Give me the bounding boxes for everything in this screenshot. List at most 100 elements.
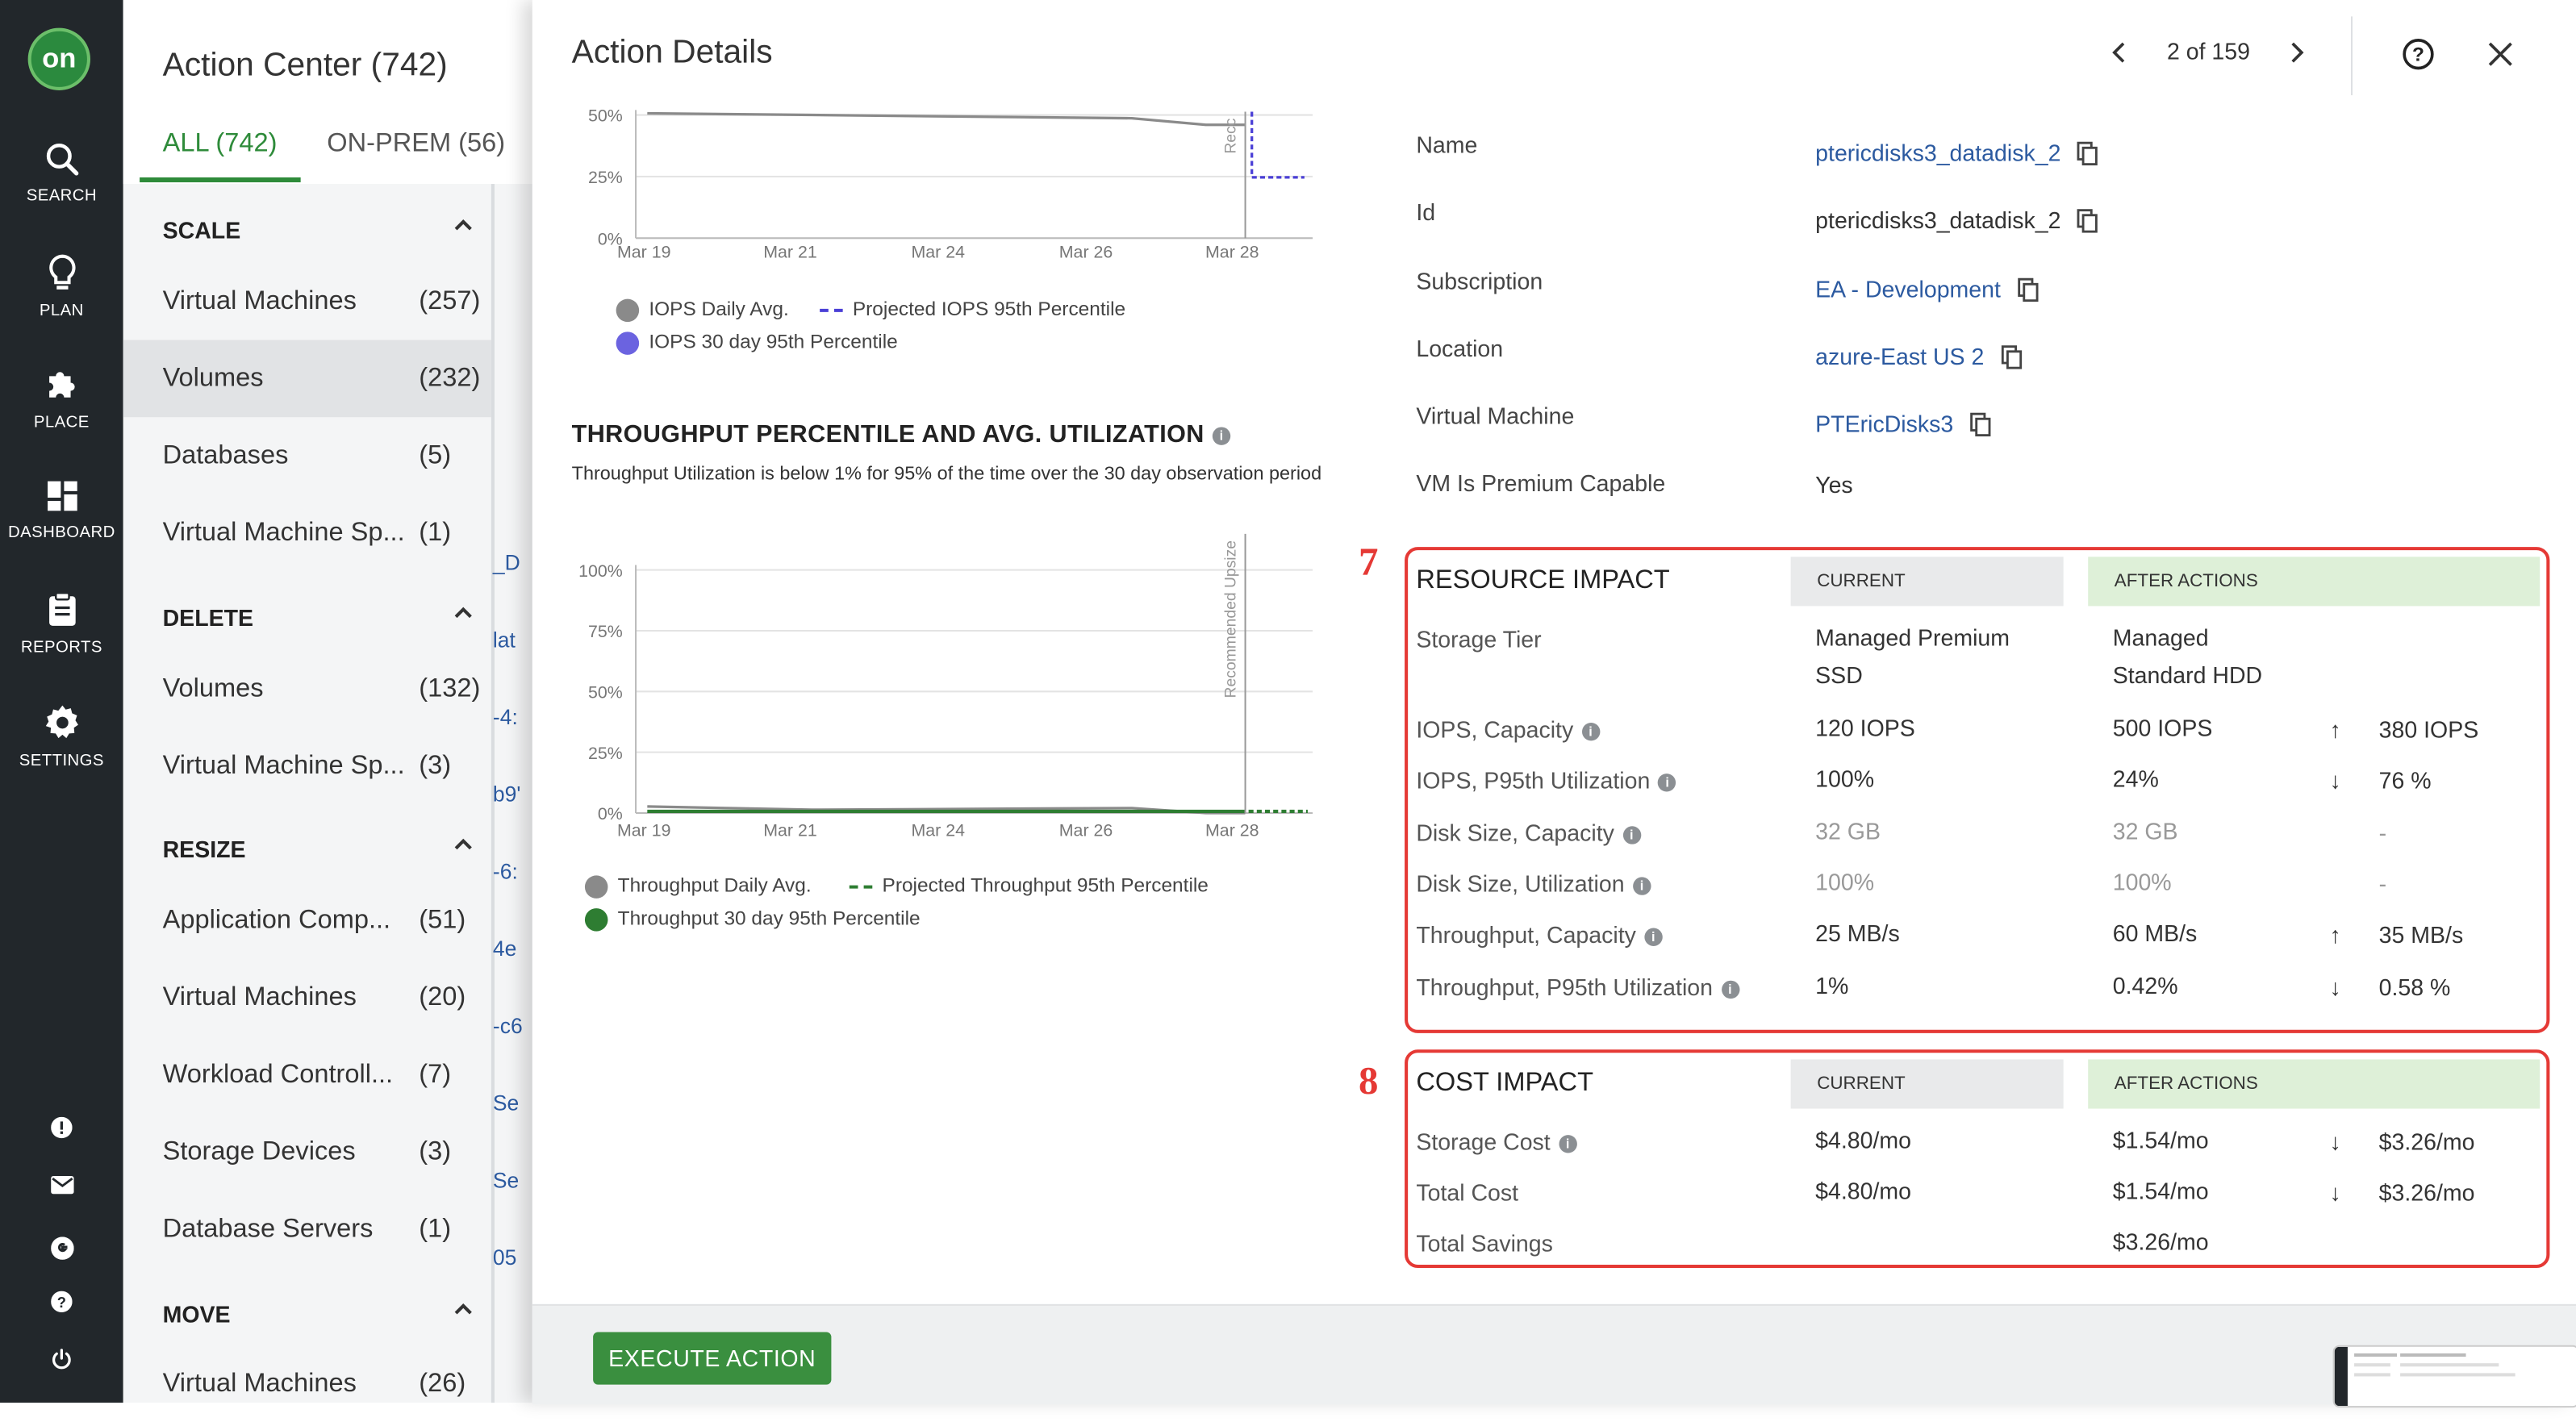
peek-text: -c6 [492,1013,523,1038]
section-header-delete[interactable]: DELETE [163,604,475,631]
row-diff: - [2378,870,2387,897]
item-name: Virtual Machines [162,1370,357,1398]
nav-plan[interactable]: PLAN [0,253,123,320]
nav-dashboard[interactable]: DASHBOARD [0,478,123,542]
arrow-down-icon: ↓ [2329,974,2341,1001]
copy-icon[interactable] [2077,140,2098,165]
nav-reports[interactable]: REPORTS [0,590,123,657]
prop-value-premium: Yes [1815,471,1853,498]
row-current: 1% [1815,972,1849,999]
prop-value-subscription[interactable]: EA - Development [1815,276,2039,302]
info-icon[interactable]: i [1212,426,1231,444]
list-item[interactable]: Volumes (232) [123,340,491,418]
item-name: Virtual Machines [162,983,357,1012]
lightbulb-icon [48,254,75,290]
x-tick-label: Mar 24 [911,243,965,262]
annotation-marker: 8 [1359,1061,1379,1104]
execute-action-button[interactable]: EXECUTE ACTION [593,1332,832,1385]
list-item[interactable]: Virtual Machine Sp... (3) [123,728,491,805]
row-current: Managed Premium SSD [1815,623,2010,689]
row-label: Disk Size, Capacity i [1416,819,1641,846]
copy-icon[interactable] [1970,411,1991,436]
tab-all[interactable]: ALL (742) [163,130,278,160]
nav-search[interactable]: SEARCH [0,141,123,206]
peek-text: b9' [492,782,521,807]
section-header-move[interactable]: MOVE [162,1300,475,1328]
row-diff: $3.26/mo [2378,1128,2475,1155]
pager-count: 2 of 159 [2166,37,2251,65]
list-item[interactable]: Virtual Machines (26) [123,1345,491,1422]
nav-place[interactable]: PLACE [0,365,123,432]
row-after: $1.54/mo [2112,1178,2209,1204]
list-item[interactable]: Application Comp... (51) [123,882,491,960]
item-name: Volumes [162,365,264,393]
info-icon[interactable]: i [1644,928,1663,946]
item-count: (5) [419,441,452,470]
list-item[interactable]: Virtual Machines (257) [123,263,491,340]
row-current: 25 MB/s [1815,920,1900,946]
close-icon[interactable] [2486,40,2515,69]
help-circle-icon[interactable]: ? [2402,38,2435,71]
item-name: Virtual Machine Sp... [162,519,405,548]
list-item[interactable]: Workload Controll... (7) [123,1036,491,1114]
x-tick-label: Mar 19 [617,243,671,262]
list-item[interactable]: Storage Devices (3) [123,1114,491,1191]
copy-icon[interactable] [2001,344,2022,369]
prop-value-name[interactable]: ptericdisks3_datadisk_2 [1815,140,2098,166]
item-count: (51) [419,907,466,935]
row-label: Storage Tier [1416,625,1542,653]
row-current: 32 GB [1815,818,1881,844]
info-icon[interactable]: i [1632,876,1651,895]
legend-item: IOPS 30 day 95th Percentile [616,330,898,355]
nav-alerts[interactable] [0,1116,123,1139]
x-tick-label: Mar 21 [763,243,817,262]
action-details-panel: Action Details 2 of 159 ? 50% 25% 0% Mar 19… [532,0,2576,1408]
chevron-left-icon[interactable] [2106,40,2133,66]
info-icon[interactable]: i [1721,980,1739,999]
prop-value-vm[interactable]: PTEricDisks3 [1815,411,1991,437]
row-after: $1.54/mo [2112,1126,2209,1153]
nav-google[interactable] [0,1236,123,1260]
info-icon[interactable]: i [1581,722,1600,740]
list-item[interactable]: Virtual Machine Sp... (1) [123,494,491,572]
prop-value-location[interactable]: azure-East US 2 [1815,344,2022,369]
copy-icon[interactable] [2017,277,2039,302]
prop-label: Id [1416,198,1436,225]
column-header-current: CURRENT [1790,557,2064,607]
app-logo[interactable]: on [27,27,90,90]
item-count: (20) [419,983,466,1012]
nav-label: REPORTS [20,639,102,657]
chevron-right-icon[interactable] [2284,40,2311,66]
screenshot-thumbnail [2332,1345,2576,1408]
copy-icon[interactable] [2077,208,2098,233]
tab-on-prem[interactable]: ON-PREM (56) [327,130,505,160]
list-item[interactable]: Virtual Machines (20) [123,959,491,1036]
list-item[interactable]: Databases (5) [123,417,491,494]
info-icon[interactable]: i [1658,773,1676,792]
search-icon [45,143,78,176]
peek-text: Se [492,1167,520,1193]
nav-settings[interactable]: SETTINGS [0,703,123,770]
list-item[interactable]: Database Servers (1) [123,1191,491,1268]
nav-help[interactable]: ? [0,1291,123,1313]
prop-label: VM Is Premium Capable [1416,469,1666,496]
info-icon[interactable]: i [1622,825,1641,844]
chevron-up-icon [454,219,472,231]
section-header-resize[interactable]: RESIZE [162,836,475,863]
y-tick-label: 25% [588,168,623,187]
section-title: RESIZE [162,836,246,863]
active-tab-indicator [140,177,301,183]
section-header-scale[interactable]: SCALE [163,217,475,243]
row-after: 0.42% [2112,972,2178,999]
google-icon [50,1236,73,1260]
help-icon: ? [51,1291,73,1313]
section-title: MOVE [162,1300,231,1328]
x-tick-label: Mar 26 [1059,821,1113,840]
nav-logout[interactable] [0,1349,123,1370]
info-icon[interactable]: i [1558,1134,1577,1153]
nav-label: DASHBOARD [8,523,115,542]
row-diff: 380 IOPS [2378,715,2479,743]
nav-messages[interactable] [0,1176,123,1195]
list-item[interactable]: Volumes (132) [123,650,491,728]
peek-text: 4e [492,936,517,961]
